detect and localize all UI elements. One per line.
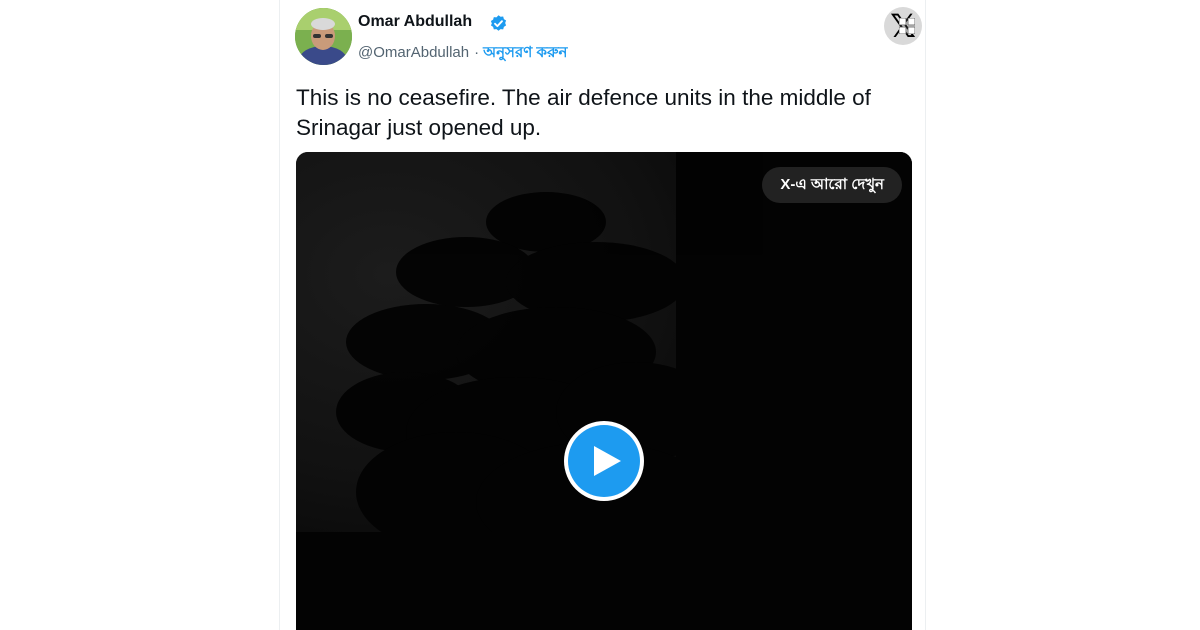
video-player[interactable]: X-এ আরো দেখুন [296,152,912,630]
windows-grid-icon [899,18,915,34]
user-handle[interactable]: @OmarAbdullah [358,44,469,61]
play-icon [594,446,621,476]
separator-dot: · [474,44,480,61]
user-name[interactable]: Omar Abdullah [358,13,472,31]
page: Omar Abdullah @OmarAbdullah · অনুসরণ করুন … [0,0,1200,630]
follow-button[interactable]: অনুসরণ করুন [483,44,567,61]
handle-row: @OmarAbdullah · অনুসরণ করুন [358,41,567,66]
tweet-text: This is no ceasefire. The air defence un… [296,85,871,140]
verified-badge-icon [490,15,507,31]
play-button[interactable] [564,421,644,501]
video-frame [296,152,912,630]
x-logo-button[interactable]: 𝕏 [884,7,922,45]
avatar-photo [295,8,352,65]
see-more-on-x-button[interactable]: X-এ আরো দেখুন [762,167,902,203]
avatar[interactable] [295,8,352,65]
